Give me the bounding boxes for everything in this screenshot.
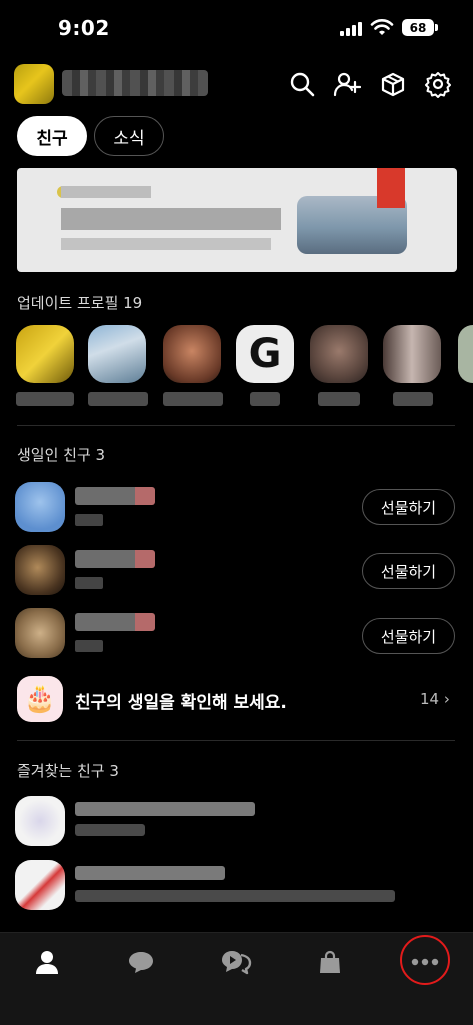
tab-friends[interactable]: 친구: [17, 116, 87, 156]
gift-button[interactable]: 선물하기: [362, 553, 455, 589]
my-profile-avatar[interactable]: [14, 64, 54, 104]
updated-profile-name-blurred: [250, 392, 280, 406]
status-time: 9:02: [58, 16, 110, 40]
favorite-friend-sub-blurred: [75, 824, 145, 836]
updated-profile-avatar[interactable]: [383, 325, 441, 383]
ad-banner[interactable]: [17, 168, 457, 272]
favorite-friend-name-blurred[interactable]: [75, 802, 255, 816]
signal-icon: [340, 20, 362, 36]
updated-profile-avatar[interactable]: [163, 325, 221, 383]
updated-profile-avatar[interactable]: [16, 325, 74, 383]
favorite-friend-name-blurred[interactable]: [75, 866, 225, 880]
favorite-friend-avatar[interactable]: [15, 796, 65, 846]
updated-profile-name-blurred: [318, 392, 360, 406]
divider: [17, 740, 455, 741]
battery-tip: [435, 24, 438, 31]
birthday-friend-avatar[interactable]: [15, 482, 65, 532]
search-icon[interactable]: [288, 70, 316, 98]
gift-button[interactable]: 선물하기: [362, 618, 455, 654]
birthday-count[interactable]: 14 ›: [420, 690, 450, 708]
birthday-check-link[interactable]: 친구의 생일을 확인해 보세요.: [75, 688, 287, 713]
birthday-friend-avatar[interactable]: [15, 545, 65, 595]
updated-profile-avatar[interactable]: G: [236, 325, 294, 383]
updated-profiles-title: 업데이트 프로필 19: [17, 294, 143, 312]
updated-profile-name-blurred: [393, 392, 433, 406]
settings-icon[interactable]: [424, 70, 452, 98]
friends-icon: [36, 951, 58, 974]
highlight-circle: [400, 935, 450, 985]
chat-icon: [129, 952, 153, 973]
birthday-friend-name-blurred[interactable]: [75, 487, 155, 505]
birthday-friend-name-blurred[interactable]: [75, 550, 155, 568]
add-friend-icon[interactable]: [333, 70, 361, 98]
favorites-title: 즐겨찾는 친구 3: [17, 762, 119, 780]
updated-profile-name-blurred: [88, 392, 148, 406]
nav-openchat[interactable]: [216, 944, 256, 980]
nav-chats[interactable]: [121, 944, 161, 980]
nav-shopping[interactable]: [310, 944, 350, 980]
birthday-friend-sub-blurred: [75, 640, 103, 652]
birthday-cake-icon: 🎂: [17, 676, 63, 722]
favorite-friend-sub-blurred: [75, 890, 395, 902]
gift-box-icon[interactable]: [379, 70, 407, 98]
updated-profile-avatar[interactable]: [310, 325, 368, 383]
birthday-friend-avatar[interactable]: [15, 608, 65, 658]
birthday-friend-sub-blurred: [75, 514, 103, 526]
favorite-friend-avatar[interactable]: [15, 860, 65, 910]
updated-profile-avatar[interactable]: [458, 325, 473, 383]
birthday-friend-name-blurred[interactable]: [75, 613, 155, 631]
nav-friends[interactable]: [27, 944, 67, 980]
openchat-icon: [222, 951, 252, 975]
tab-news[interactable]: 소식: [94, 116, 164, 156]
birthday-friend-sub-blurred: [75, 577, 103, 589]
wifi-icon: [370, 19, 394, 35]
birthday-friends-title: 생일인 친구 3: [17, 446, 106, 464]
gift-button[interactable]: 선물하기: [362, 489, 455, 525]
shopping-icon: [320, 950, 340, 973]
updated-profile-name-blurred: [16, 392, 74, 406]
updated-profile-name-blurred: [163, 392, 223, 406]
updated-profile-avatar[interactable]: [88, 325, 146, 383]
divider: [17, 425, 455, 426]
my-profile-name-blurred[interactable]: [62, 70, 208, 96]
battery-icon: 68: [402, 19, 434, 36]
